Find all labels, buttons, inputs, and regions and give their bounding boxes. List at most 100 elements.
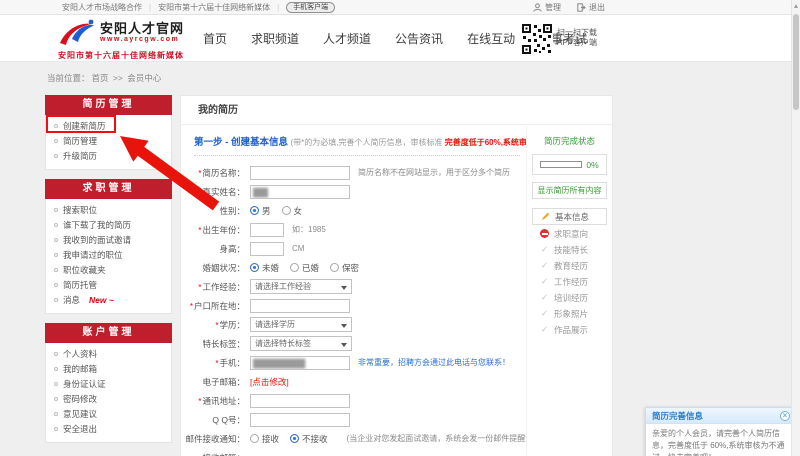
sidebar-item-messages[interactable]: 消息New ~ [46,293,171,308]
resume-section-work-history[interactable]: ✓工作经历 [532,274,607,289]
chevron-down-icon [341,343,347,347]
step-title: 第一步 - 创建基本信息 [194,137,288,148]
sidebar-item-resume-hosting[interactable]: 简历托管 [46,278,171,293]
sidebar-item-label: 简历托管 [63,280,97,290]
sidebar-item-label: 意见建议 [63,409,97,419]
sidebar-item-who-downloaded[interactable]: 谁下载了我的简历 [46,218,171,233]
gender-radio-男[interactable]: 男 [250,205,271,217]
check-icon: ✓ [540,260,549,271]
scrollbar-thumb[interactable] [793,14,799,110]
label-text: 工作经验： [202,282,245,292]
popup-header: 简历完善信息 × [646,408,794,424]
page-title: 我的简历 [181,96,612,125]
sidebar-item-my-email[interactable]: 我的邮箱 [46,362,171,377]
sidebar-section-title-account-management: 账户管理 [45,323,172,343]
topbar-link-cooperation[interactable]: 安阳人才市场战略合作 [62,2,142,13]
nav-talent-channel[interactable]: 人才频道 [323,30,371,47]
sidebar-item-change-password[interactable]: 密码修改 [46,392,171,407]
marital-status-radio-保密[interactable]: 保密 [330,262,359,274]
sidebar-item-label: 搜索职位 [63,205,97,215]
sidebar-item-label: 身份证认证 [63,379,106,389]
bullet-icon [54,427,58,431]
bullet-icon [54,154,58,158]
field-hint-resume-name: 简历名称不在网站显示，用于区分多个简历 [358,167,510,178]
radio-dot-icon [250,434,259,443]
chevron-down-icon [341,286,347,290]
nav-announcements[interactable]: 公告资讯 [395,30,443,47]
sidebar-item-applied-jobs[interactable]: 我申请过的职位 [46,248,171,263]
logout-link[interactable]: 退出 [577,2,605,13]
specialty-tags-select[interactable]: 请选择特长标签 [250,336,352,351]
resume-section-job-intention[interactable]: 求职意向 [532,226,607,241]
progress-bar [540,161,582,168]
field-hint-height: CM [292,244,304,253]
height-input[interactable] [250,242,284,256]
radio-dot-icon [330,263,339,272]
marital-status-radio-已婚[interactable]: 已婚 [290,262,319,274]
household-location-input[interactable] [250,299,350,313]
logo-text: 安阳人才官网 www.ayrcgw.com [100,18,184,45]
resume-section-photo[interactable]: ✓形象照片 [532,306,607,321]
mailing-address-input[interactable] [250,394,350,408]
resume-name-input[interactable] [250,166,350,180]
section-label: 教育经历 [554,260,588,272]
field-control-work-experience: 请选择工作经验 [250,279,352,294]
resume-section-education-history[interactable]: ✓ 教育经历 [532,258,607,273]
sidebar-item-create-new-resume[interactable]: 创建新简历 [46,119,171,134]
sidebar-item-personal-info[interactable]: 个人资料 [46,347,171,362]
sidebar-item-interview-invitations[interactable]: 我收到的面试邀请 [46,233,171,248]
show-all-resume-button[interactable]: 显示简历所有内容 [532,182,607,199]
resume-section-training-history[interactable]: ✓培训经历 [532,290,607,305]
topbar-link-media-award[interactable]: 安阳市第十六届十佳网络新媒体 [158,2,270,13]
email-notification-radio-不接收[interactable]: 不接收 [290,433,328,445]
bullet-icon [54,283,58,287]
breadcrumb-home[interactable]: 首页 [92,73,109,83]
sidebar-section-job-management: 求职管理搜索职位谁下载了我的简历我收到的面试邀请我申请过的职位职位收藏夹简历托管… [45,179,172,314]
birth-year-input[interactable] [250,223,284,237]
nav-job-channel[interactable]: 求职频道 [251,30,299,47]
site-logo[interactable]: 安阳人才官网 www.ayrcgw.com [58,18,184,48]
radio-label: 未婚 [262,262,279,274]
nav-online-interaction[interactable]: 在线互动 [467,30,515,47]
scrollbar-up-arrow-icon[interactable] [794,4,798,8]
masked-value: ███ [251,186,349,199]
sidebar-item-job-favorites[interactable]: 职位收藏夹 [46,263,171,278]
field-control-gender: 男女 [250,205,313,217]
field-control-birth-year [250,223,284,237]
field-label-marital-status: 婚姻状况： [185,262,245,274]
popup-close-icon[interactable]: × [780,411,790,421]
radio-label: 接收 [262,433,279,445]
sidebar-item-id-verification[interactable]: 身份证认证 [46,377,171,392]
marital-status-radio-未婚[interactable]: 未婚 [250,262,279,274]
vertical-scrollbar[interactable] [791,0,800,456]
nav-home[interactable]: 首页 [203,30,227,47]
sidebar-item-resume-manage[interactable]: 简历管理 [46,134,171,149]
manage-link[interactable]: 管理 [533,2,561,13]
sidebar-item-feedback[interactable]: 意见建议 [46,407,171,422]
real-name-input[interactable]: ███ [250,185,350,199]
resume-section-basic-info[interactable]: 基本信息 [532,208,607,225]
gender-radio-女[interactable]: 女 [282,205,303,217]
required-asterisk: * [190,302,193,311]
pencil-icon [541,212,550,221]
mobile-client-button[interactable]: 手机客户端 [286,2,335,13]
mobile-input[interactable]: ███████████ [250,356,350,370]
sidebar-item-label: 个人资料 [63,349,97,359]
step-header: 第一步 - 创建基本信息 (带*的为必填,完善个人简历信息，审核标准 完善度低于… [194,125,520,156]
resume-section-portfolio[interactable]: ✓作品展示 [532,322,607,337]
sidebar-item-label: 简历管理 [63,136,97,146]
sidebar-item-safe-logout[interactable]: 安全退出 [46,422,171,437]
check-icon: ✓ [540,308,549,319]
radio-dot-icon [290,263,299,272]
sidebar-item-upgrade-resume[interactable]: 升级简历 [46,149,171,164]
field-control-mobile: ███████████ [250,356,350,370]
sidebar-item-search-jobs[interactable]: 搜索职位 [46,203,171,218]
email-edit-link[interactable]: [点击修改] [250,376,289,388]
education-select[interactable]: 请选择学历 [250,317,352,332]
sidebar-section-resume-management: 简历管理创建新简历简历管理升级简历 [45,95,172,170]
resume-section-skills[interactable]: ✓技能特长 [532,242,607,257]
field-label-resume-name: *简历名称： [185,167,245,179]
qq-number-input[interactable] [250,413,350,427]
work-experience-select[interactable]: 请选择工作经验 [250,279,352,294]
email-notification-radio-接收[interactable]: 接收 [250,433,279,445]
